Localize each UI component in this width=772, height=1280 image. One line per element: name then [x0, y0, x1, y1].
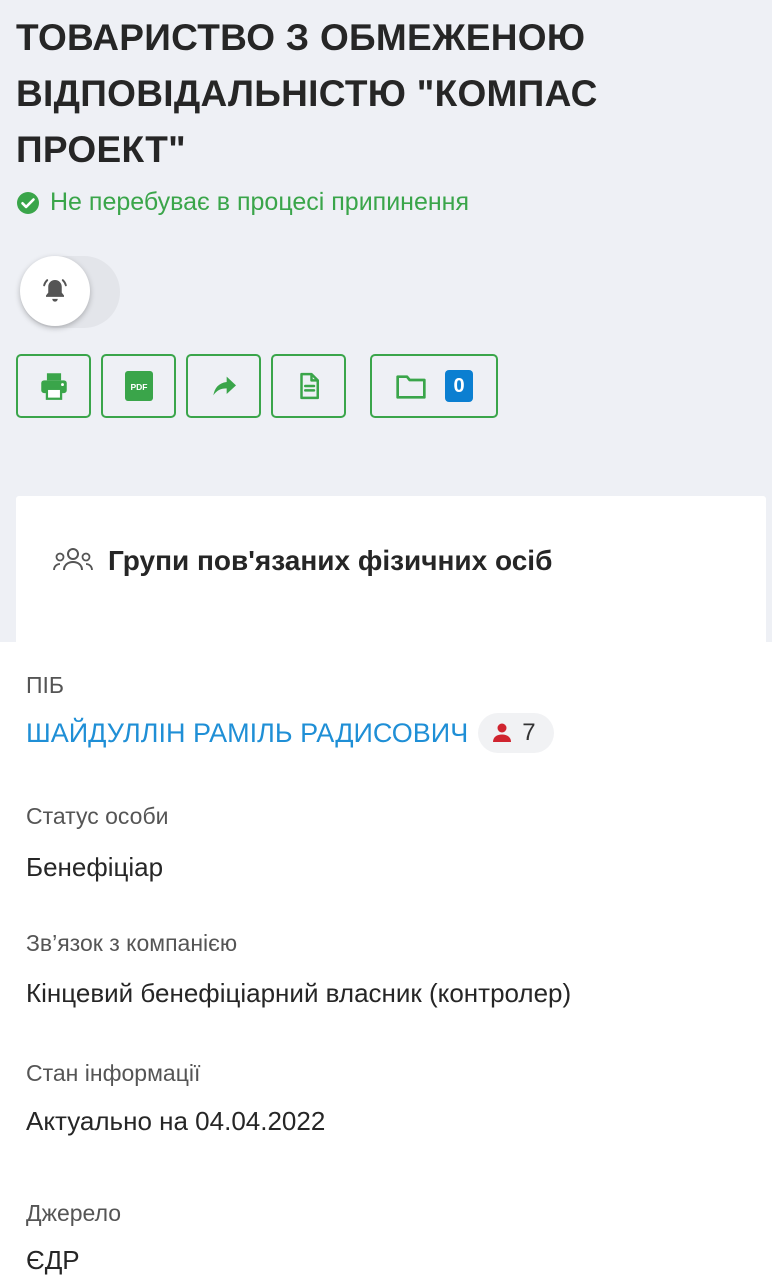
company-status: Не перебуває в процесі припинення	[16, 188, 469, 217]
person-status-value: Бенефіціар	[26, 852, 164, 882]
pdf-icon: PDF	[124, 371, 153, 401]
bell-icon	[43, 279, 67, 302]
folder-button[interactable]: 0	[370, 354, 498, 418]
document-button[interactable]	[271, 354, 346, 418]
folder-count-badge: 0	[445, 370, 473, 402]
action-toolbar: PDF 0	[16, 354, 498, 422]
notification-toggle[interactable]	[20, 256, 120, 328]
group-header: Групи пов'язаних фізичних осіб	[52, 540, 568, 582]
related-count: 7	[522, 719, 536, 746]
people-group-icon	[53, 548, 93, 571]
related-count-badge[interactable]: 7	[478, 713, 554, 753]
pdf-button[interactable]: PDF	[101, 354, 176, 418]
share-arrow-icon	[212, 376, 236, 396]
printer-icon	[40, 373, 67, 400]
info-state-label: Стан інформації	[26, 1060, 201, 1086]
name-label: ПІБ	[26, 672, 65, 698]
person-row: ШАЙДУЛЛІН РАМІЛЬ РАДИСОВИЧ 7	[26, 713, 554, 753]
relation-label: Зв’язок з компанією	[26, 930, 238, 956]
check-circle-icon	[17, 191, 39, 214]
share-button[interactable]	[186, 354, 261, 418]
folder-icon	[396, 375, 426, 399]
print-button[interactable]	[16, 354, 91, 418]
status-text: Не перебуває в процесі припинення	[50, 188, 470, 216]
person-name-link[interactable]: ШАЙДУЛЛІН РАМІЛЬ РАДИСОВИЧ	[26, 718, 468, 749]
relation-value: Кінцевий бенефіціарний власник (контроле…	[26, 978, 572, 1008]
person-status-label: Статус особи	[26, 803, 169, 829]
group-title: Групи пов'язаних фізичних осіб	[108, 545, 553, 576]
document-icon	[299, 372, 319, 400]
info-state-value: Актуально на 04.04.2022	[26, 1106, 326, 1136]
company-title: ТОВАРИСТВО З ОБМЕЖЕНОЮ ВІДПОВІДАЛЬНІСТЮ …	[16, 17, 598, 170]
svg-text:PDF: PDF	[130, 382, 147, 392]
source-label: Джерело	[26, 1200, 122, 1226]
person-icon	[493, 723, 512, 742]
toggle-knob[interactable]	[20, 256, 90, 326]
source-value: ЄДР	[26, 1245, 80, 1275]
